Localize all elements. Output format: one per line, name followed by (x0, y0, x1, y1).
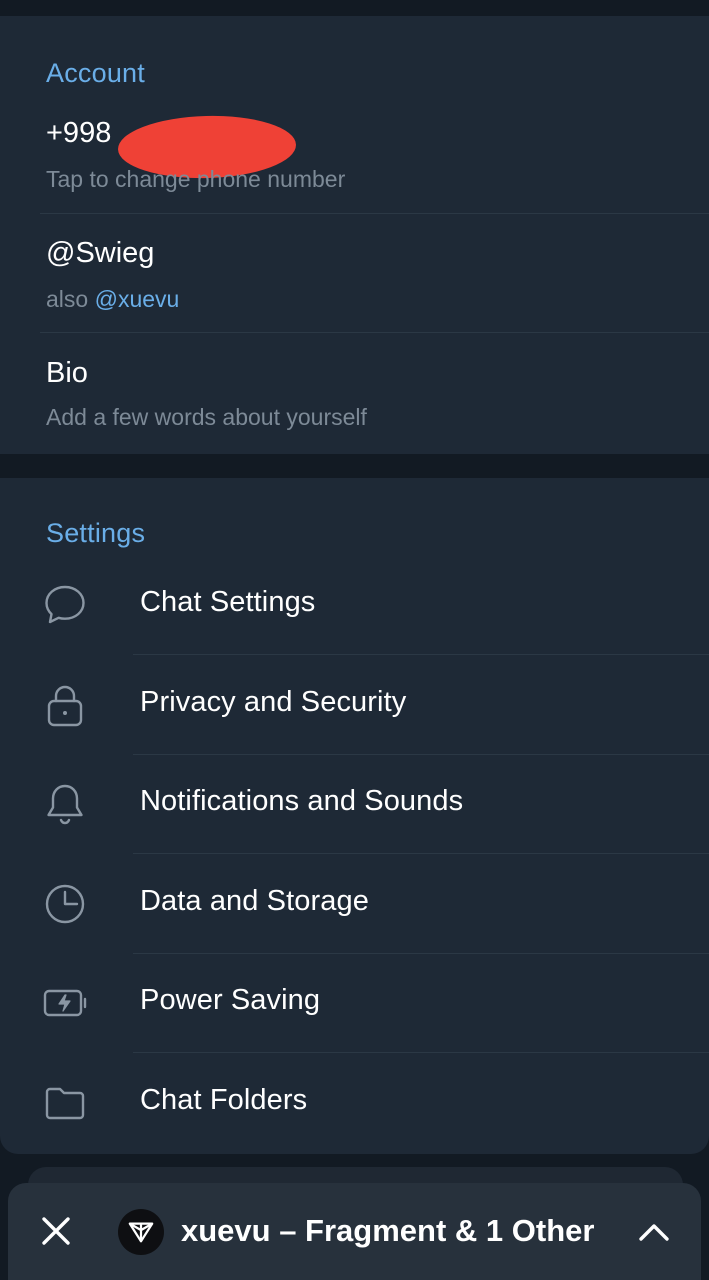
username-also: also @xuevu (46, 288, 179, 311)
settings-item-privacy[interactable]: Privacy and Security (0, 655, 709, 753)
banner-title: xuevu – Fragment & 1 Other (181, 1213, 595, 1248)
settings-item-label: Notifications and Sounds (140, 785, 464, 817)
settings-section: Settings Chat Settings Privacy and Secur… (0, 478, 709, 1154)
battery-bolt-icon (42, 980, 88, 1026)
account-section: Account +998 Tap to change phone number … (0, 16, 709, 454)
settings-item-data-storage[interactable]: Data and Storage (0, 854, 709, 952)
chevron-up-icon[interactable] (637, 1215, 671, 1249)
settings-screen: Account +998 Tap to change phone number … (0, 0, 709, 1280)
settings-item-label: Privacy and Security (140, 686, 407, 718)
phone-number-hint: Tap to change phone number (46, 166, 346, 192)
divider (40, 213, 709, 214)
folder-icon (42, 1080, 88, 1126)
settings-item-chat-folders[interactable]: Chat Folders (0, 1053, 709, 1151)
also-prefix: also (46, 286, 95, 312)
username: @Swieg (46, 237, 155, 269)
also-username-link[interactable]: @xuevu (95, 286, 180, 312)
settings-section-title: Settings (46, 518, 146, 548)
chat-bubble-icon (42, 582, 88, 628)
settings-item-power-saving[interactable]: Power Saving (0, 953, 709, 1051)
settings-item-label: Power Saving (140, 984, 321, 1016)
fragment-logo-icon (118, 1209, 164, 1255)
settings-item-label: Chat Folders (140, 1084, 308, 1116)
bio-label: Bio (46, 357, 88, 389)
settings-item-chat-settings[interactable]: Chat Settings (0, 555, 709, 653)
settings-item-label: Chat Settings (140, 586, 316, 618)
lock-icon (42, 682, 88, 728)
close-icon[interactable] (38, 1213, 74, 1249)
divider (40, 332, 709, 333)
phone-number: +998 (46, 117, 112, 149)
pie-chart-icon (42, 881, 88, 927)
settings-item-label: Data and Storage (140, 885, 369, 917)
account-section-title: Account (46, 58, 145, 88)
settings-item-notifications[interactable]: Notifications and Sounds (0, 754, 709, 852)
bell-icon (42, 781, 88, 827)
fragment-banner[interactable]: xuevu – Fragment & 1 Other (8, 1183, 701, 1280)
bio-hint: Add a few words about yourself (46, 404, 367, 430)
